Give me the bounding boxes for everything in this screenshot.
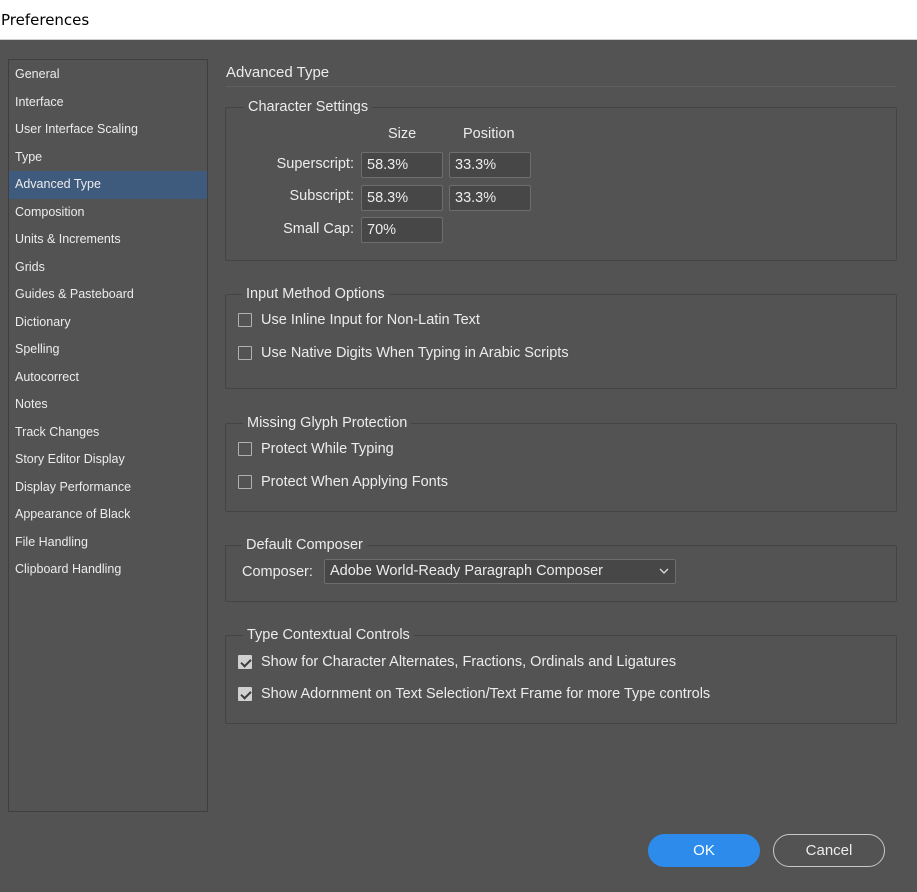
sidebar-item-display-performance[interactable]: Display Performance [9, 474, 207, 502]
default-composer-legend: Default Composer [242, 536, 367, 554]
sidebar-item-track-changes[interactable]: Track Changes [9, 419, 207, 447]
sidebar-item-general[interactable]: General [9, 61, 207, 89]
protect-typing-label: Protect While Typing [261, 441, 394, 457]
alternates-label: Show for Character Alternates, Fractions… [261, 654, 677, 670]
sidebar-item-notes[interactable]: Notes [9, 391, 207, 419]
protect-typing-checkbox[interactable] [238, 442, 252, 456]
composer-select[interactable]: Adobe World-Ready Paragraph Composer [324, 559, 676, 584]
superscript-size-field[interactable]: 58.3% [361, 152, 443, 178]
sidebar-item-advanced-type[interactable]: Advanced Type [9, 171, 207, 199]
inline-input-label: Use Inline Input for Non-Latin Text [261, 312, 480, 328]
protect-fonts-label: Protect When Applying Fonts [261, 474, 448, 490]
sidebar-item-type[interactable]: Type [9, 144, 207, 172]
alternates-checkbox[interactable] [238, 655, 252, 669]
sidebar-item-composition[interactable]: Composition [9, 199, 207, 227]
sidebar-item-user-interface-scaling[interactable]: User Interface Scaling [9, 116, 207, 144]
subscript-position-field[interactable]: 33.3% [449, 185, 531, 211]
glyph-protection-legend: Missing Glyph Protection [243, 414, 412, 432]
subscript-size-field[interactable]: 58.3% [361, 185, 443, 211]
protect-fonts-option[interactable]: Protect When Applying Fonts [238, 472, 448, 492]
size-column-header: Size [388, 126, 417, 142]
default-composer-group: Default Composer Composer: Adobe World-R… [225, 536, 897, 602]
protect-typing-option[interactable]: Protect While Typing [238, 439, 394, 459]
sidebar-item-story-editor-display[interactable]: Story Editor Display [9, 446, 207, 474]
sidebar-item-units-increments[interactable]: Units & Increments [9, 226, 207, 254]
title-divider [226, 86, 897, 87]
contextual-controls-group: Type Contextual Controls Show for Charac… [225, 626, 897, 724]
superscript-label: Superscript: [276, 156, 354, 172]
native-digits-option[interactable]: Use Native Digits When Typing in Arabic … [238, 343, 569, 363]
ok-button[interactable]: OK [648, 834, 760, 867]
native-digits-label: Use Native Digits When Typing in Arabic … [261, 345, 569, 361]
window-titlebar: Preferences [0, 0, 917, 40]
adornment-option[interactable]: Show Adornment on Text Selection/Text Fr… [238, 684, 710, 704]
input-method-legend: Input Method Options [242, 285, 389, 303]
sidebar-item-dictionary[interactable]: Dictionary [9, 309, 207, 337]
contextual-controls-legend: Type Contextual Controls [243, 626, 414, 644]
subscript-label: Subscript: [289, 188, 354, 204]
preferences-sidebar: General Interface User Interface Scaling Ty… [8, 59, 208, 812]
native-digits-checkbox[interactable] [238, 346, 252, 360]
sidebar-item-autocorrect[interactable]: Autocorrect [9, 364, 207, 392]
sidebar-item-clipboard-handling[interactable]: Clipboard Handling [9, 556, 207, 584]
composer-value: Adobe World-Ready Paragraph Composer [330, 563, 603, 579]
alternates-option[interactable]: Show for Character Alternates, Fractions… [238, 652, 676, 672]
cancel-button[interactable]: Cancel [773, 834, 885, 867]
sidebar-item-grids[interactable]: Grids [9, 254, 207, 282]
character-settings-group: Character Settings Size Position Supersc… [225, 98, 897, 261]
sidebar-item-interface[interactable]: Interface [9, 89, 207, 117]
sidebar-item-appearance-of-black[interactable]: Appearance of Black [9, 501, 207, 529]
window-title: Preferences [1, 11, 90, 29]
inline-input-checkbox[interactable] [238, 313, 252, 327]
sidebar-item-guides-pasteboard[interactable]: Guides & Pasteboard [9, 281, 207, 309]
small-cap-size-field[interactable]: 70% [361, 217, 443, 243]
protect-fonts-checkbox[interactable] [238, 475, 252, 489]
superscript-position-field[interactable]: 33.3% [449, 152, 531, 178]
input-method-group: Input Method Options Use Inline Input fo… [225, 285, 897, 389]
position-column-header: Position [463, 126, 515, 142]
chevron-down-icon [659, 568, 669, 574]
small-cap-label: Small Cap: [283, 221, 354, 237]
glyph-protection-group: Missing Glyph Protection Protect While T… [225, 414, 897, 512]
sidebar-item-spelling[interactable]: Spelling [9, 336, 207, 364]
sidebar-item-file-handling[interactable]: File Handling [9, 529, 207, 557]
page-title: Advanced Type [226, 64, 330, 81]
composer-label: Composer: [242, 564, 313, 580]
inline-input-option[interactable]: Use Inline Input for Non-Latin Text [238, 310, 480, 330]
adornment-checkbox[interactable] [238, 687, 252, 701]
adornment-label: Show Adornment on Text Selection/Text Fr… [261, 686, 711, 702]
character-settings-legend: Character Settings [244, 98, 373, 116]
